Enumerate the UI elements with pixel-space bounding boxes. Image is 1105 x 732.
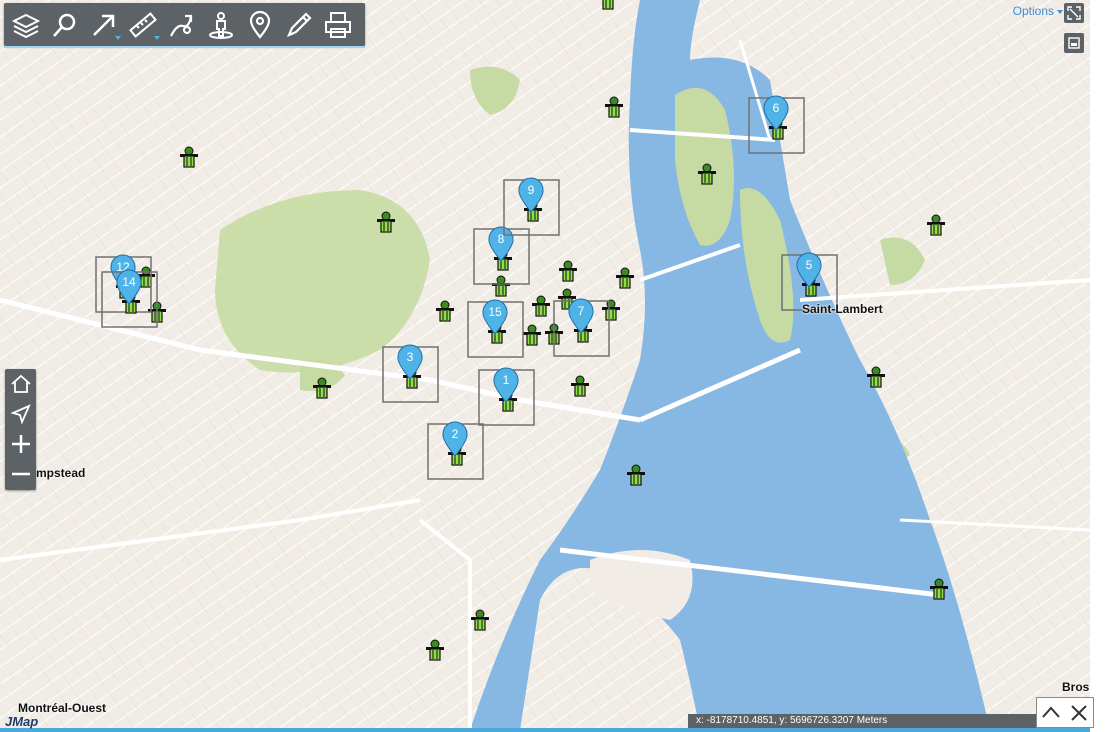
marker-label: 7 xyxy=(578,304,585,318)
zoom-in-icon xyxy=(11,435,30,453)
zoom-out-button[interactable] xyxy=(5,459,36,489)
fullscreen-button[interactable] xyxy=(1064,3,1084,23)
place-label-montreal-ouest: Montréal-Ouest xyxy=(18,701,107,715)
place-label-brossard: Bros xyxy=(1062,680,1090,694)
hydrant-icon[interactable] xyxy=(627,464,645,486)
toolbar-underline xyxy=(4,46,365,48)
print-icon xyxy=(324,11,351,38)
hydrant-icon[interactable] xyxy=(377,211,395,233)
marker-label: 1 xyxy=(503,373,510,387)
select-button[interactable] xyxy=(84,5,123,44)
home-icon xyxy=(10,374,31,393)
hydrant-icon[interactable] xyxy=(602,299,620,321)
select-arrow-icon xyxy=(92,14,114,36)
options-menu[interactable]: Options xyxy=(1013,4,1063,18)
hydrant-icon[interactable] xyxy=(698,163,716,185)
panel-controls xyxy=(1036,697,1094,728)
print-button[interactable] xyxy=(318,5,357,44)
marker-label: 5 xyxy=(806,258,813,272)
marker-label: 15 xyxy=(488,305,502,319)
hydrant-icon[interactable] xyxy=(927,214,945,236)
navigation-controls xyxy=(5,369,36,490)
overview-button[interactable] xyxy=(1064,33,1084,53)
hydrant-icon[interactable] xyxy=(599,0,617,10)
hydrant-icon[interactable] xyxy=(867,366,885,388)
marker-label: 14 xyxy=(122,275,136,289)
overview-map-icon xyxy=(1068,37,1080,49)
hydrant-icon[interactable] xyxy=(571,375,589,397)
hydrant-icon[interactable] xyxy=(426,639,444,661)
coordinate-readout: x: -8178710.4851, y: 5696726.3207 Meters xyxy=(688,714,1036,728)
hydrant-icon[interactable] xyxy=(532,295,550,317)
marker-label: 2 xyxy=(452,427,459,441)
hydrant-icon[interactable] xyxy=(180,146,198,168)
hydrant-icon[interactable] xyxy=(471,609,489,631)
measure-button[interactable] xyxy=(123,5,162,44)
fullscreen-icon xyxy=(1067,6,1081,20)
hydrant-icon[interactable] xyxy=(930,578,948,600)
directions-button[interactable] xyxy=(162,5,201,44)
location-pin-icon xyxy=(249,10,270,39)
close-icon[interactable] xyxy=(1068,702,1090,724)
hydrant-icon[interactable] xyxy=(605,96,623,118)
bottom-strip xyxy=(0,728,1090,732)
zoom-in-button[interactable] xyxy=(5,429,36,459)
marker-label: 3 xyxy=(407,350,414,364)
search-icon xyxy=(52,13,75,37)
chevron-down-icon xyxy=(115,36,121,40)
marker-layer: 12356789121415 xyxy=(95,0,948,661)
route-icon xyxy=(169,14,192,36)
edit-pencil-icon xyxy=(286,11,312,37)
jmap-logo: JMap xyxy=(5,714,39,729)
ruler-icon xyxy=(128,11,157,38)
chevron-down-icon xyxy=(1057,9,1063,14)
map-canvas[interactable]: 1 2 3 5 6 7 8 9 12 14 15 Saint-Lambert mpstead Mon… xyxy=(0,0,1090,730)
place-label-hampstead: mpstead xyxy=(36,466,86,480)
hydrant-icon[interactable] xyxy=(559,260,577,282)
hydrant-icon[interactable] xyxy=(436,300,454,322)
hydrant-icon[interactable] xyxy=(523,324,541,346)
zoom-out-icon xyxy=(11,472,30,476)
place-label-saint-lambert: Saint-Lambert xyxy=(802,302,883,316)
layers-icon xyxy=(11,13,40,38)
locate-arrow-icon xyxy=(9,404,31,425)
street-view-icon xyxy=(208,11,233,39)
geolocate-button[interactable] xyxy=(5,399,36,429)
marker-label: 9 xyxy=(528,183,535,197)
hydrant-icon[interactable] xyxy=(313,377,331,399)
hydrant-icon[interactable] xyxy=(616,267,634,289)
chevron-down-icon xyxy=(154,36,160,40)
layers-button[interactable] xyxy=(6,5,45,44)
location-button[interactable] xyxy=(240,5,279,44)
search-button[interactable] xyxy=(45,5,84,44)
marker-label: 6 xyxy=(773,101,780,115)
chevron-up-icon[interactable] xyxy=(1040,702,1062,724)
hydrant-icon[interactable] xyxy=(492,275,510,297)
home-button[interactable] xyxy=(5,369,36,399)
options-label: Options xyxy=(1012,4,1054,18)
map-toolbar xyxy=(4,3,365,46)
street-view-button[interactable] xyxy=(201,5,240,44)
edit-button[interactable] xyxy=(279,5,318,44)
